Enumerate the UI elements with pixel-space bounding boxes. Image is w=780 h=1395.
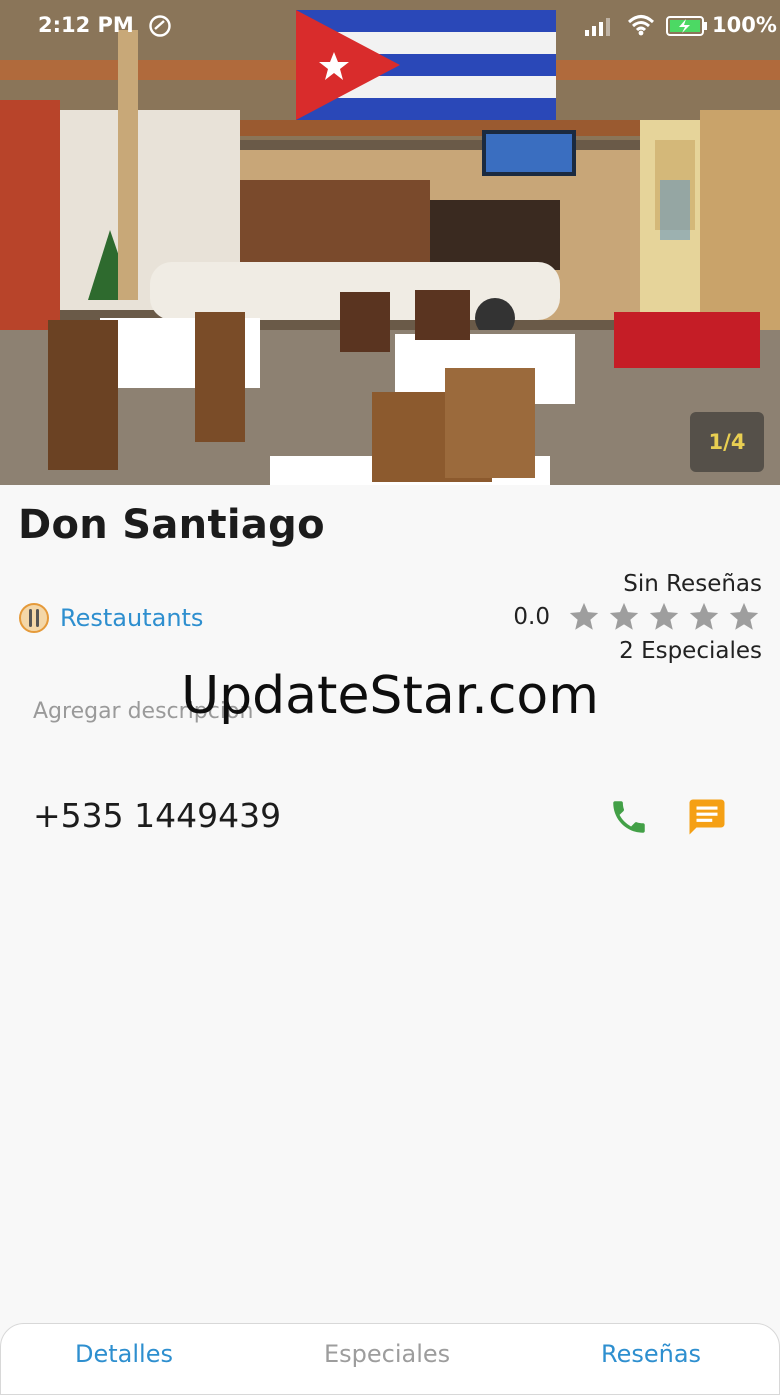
battery-charging-icon bbox=[666, 16, 707, 36]
restaurant-photo-gallery[interactable]: 2:12 PM 100% 1/4 bbox=[0, 0, 780, 485]
rating-row[interactable]: 0.0 bbox=[513, 600, 762, 634]
signal-icon bbox=[585, 18, 610, 36]
do-not-disturb-icon bbox=[149, 15, 171, 37]
restaurant-interior-photo bbox=[0, 0, 780, 485]
category-link[interactable]: Restautants bbox=[18, 602, 203, 634]
gallery-page-indicator: 1/4 bbox=[690, 412, 764, 472]
category-label: Restautants bbox=[60, 604, 204, 632]
tab-resenas[interactable]: Reseñas bbox=[601, 1340, 701, 1368]
tab-especiales[interactable]: Especiales bbox=[324, 1340, 450, 1368]
star-icon bbox=[609, 602, 639, 630]
star-icon bbox=[649, 602, 679, 630]
restaurant-name: Don Santiago bbox=[18, 502, 325, 548]
tab-detalles[interactable]: Detalles bbox=[75, 1340, 173, 1368]
star-icon bbox=[729, 602, 759, 630]
specials-count: 2 Especiales bbox=[619, 638, 762, 664]
star-icon bbox=[689, 602, 719, 630]
rating-value: 0.0 bbox=[513, 604, 550, 630]
status-time: 2:12 PM bbox=[38, 13, 134, 37]
wifi-icon bbox=[627, 15, 655, 36]
phone-number: +535 1449439 bbox=[33, 796, 282, 835]
battery-percentage: 100% bbox=[712, 13, 777, 37]
message-icon[interactable] bbox=[686, 796, 728, 838]
status-bar: 2:12 PM 100% bbox=[0, 0, 780, 54]
description-placeholder[interactable]: Agregar descripcion bbox=[33, 699, 253, 724]
reviews-count: Sin Reseñas bbox=[623, 571, 762, 597]
phone-icon[interactable] bbox=[608, 796, 650, 838]
star-icon bbox=[569, 602, 599, 630]
bottom-tab-bar: Detalles Especiales Reseñas bbox=[0, 1323, 780, 1395]
restaurant-icon bbox=[19, 603, 49, 633]
